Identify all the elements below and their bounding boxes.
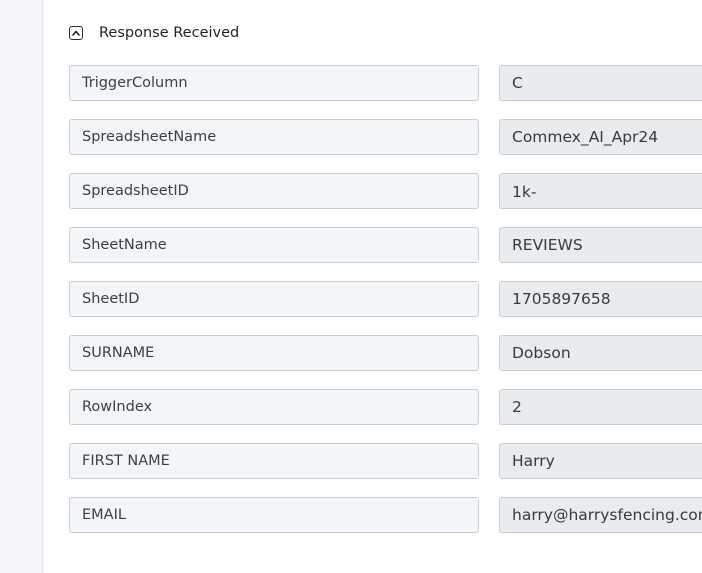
field-key-input[interactable]: FIRST NAME	[69, 443, 479, 479]
field-key-input[interactable]: SpreadsheetName	[69, 119, 479, 155]
field-key-input[interactable]: SheetID	[69, 281, 479, 317]
field-value-input[interactable]: 1k-	[499, 173, 702, 209]
field-key-input[interactable]: EMAIL	[69, 497, 479, 533]
field-row-spreadsheet-name: SpreadsheetName Commex_AI_Apr24	[69, 119, 702, 155]
field-row-row-index: RowIndex 2	[69, 389, 702, 425]
chevron-up-icon	[72, 30, 80, 36]
left-rail	[0, 0, 43, 573]
field-key-input[interactable]: SpreadsheetID	[69, 173, 479, 209]
collapse-toggle-button[interactable]	[69, 26, 83, 40]
field-row-surname: SURNAME Dobson	[69, 335, 702, 371]
field-value-input[interactable]: REVIEWS	[499, 227, 702, 263]
field-row-spreadsheet-id: SpreadsheetID 1k-	[69, 173, 702, 209]
field-value-input[interactable]: Dobson	[499, 335, 702, 371]
field-row-first-name: FIRST NAME Harry	[69, 443, 702, 479]
response-panel: Response Received TriggerColumn C Spread…	[43, 0, 702, 573]
field-value-input[interactable]: 1705897658	[499, 281, 702, 317]
field-value-input[interactable]: C	[499, 65, 702, 101]
field-row-trigger-column: TriggerColumn C	[69, 65, 702, 101]
field-key-input[interactable]: SURNAME	[69, 335, 479, 371]
section-title: Response Received	[99, 25, 240, 41]
field-row-sheet-id: SheetID 1705897658	[69, 281, 702, 317]
field-value-input[interactable]: 2	[499, 389, 702, 425]
field-row-email: EMAIL harry@harrysfencing.com.au	[69, 497, 702, 533]
page: Response Received TriggerColumn C Spread…	[0, 0, 702, 573]
field-value-input[interactable]: Commex_AI_Apr24	[499, 119, 702, 155]
field-list: TriggerColumn C SpreadsheetName Commex_A…	[69, 65, 702, 551]
field-value-input[interactable]: Harry	[499, 443, 702, 479]
field-key-input[interactable]: SheetName	[69, 227, 479, 263]
section-header: Response Received	[69, 22, 239, 44]
field-value-input[interactable]: harry@harrysfencing.com.au	[499, 497, 702, 533]
field-key-input[interactable]: TriggerColumn	[69, 65, 479, 101]
field-key-input[interactable]: RowIndex	[69, 389, 479, 425]
field-row-sheet-name: SheetName REVIEWS	[69, 227, 702, 263]
